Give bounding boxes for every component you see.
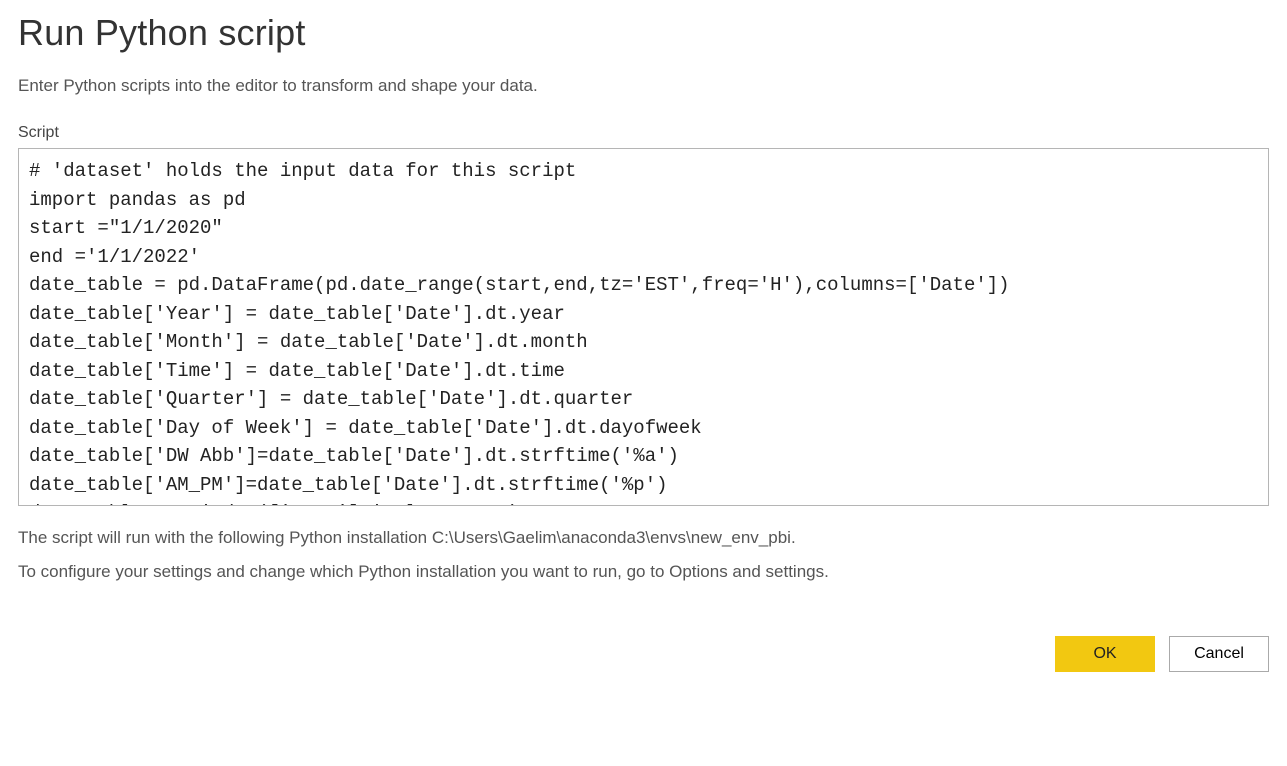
configure-info-text: To configure your settings and change wh… (18, 559, 1269, 585)
dialog-subtitle: Enter Python scripts into the editor to … (18, 76, 1269, 96)
install-info-text: The script will run with the following P… (18, 525, 1269, 551)
button-row: OK Cancel (18, 636, 1269, 672)
ok-button[interactable]: OK (1055, 636, 1155, 672)
cancel-button[interactable]: Cancel (1169, 636, 1269, 672)
dialog-title: Run Python script (18, 12, 1269, 54)
script-label: Script (18, 124, 1269, 142)
script-editor[interactable] (18, 148, 1269, 506)
